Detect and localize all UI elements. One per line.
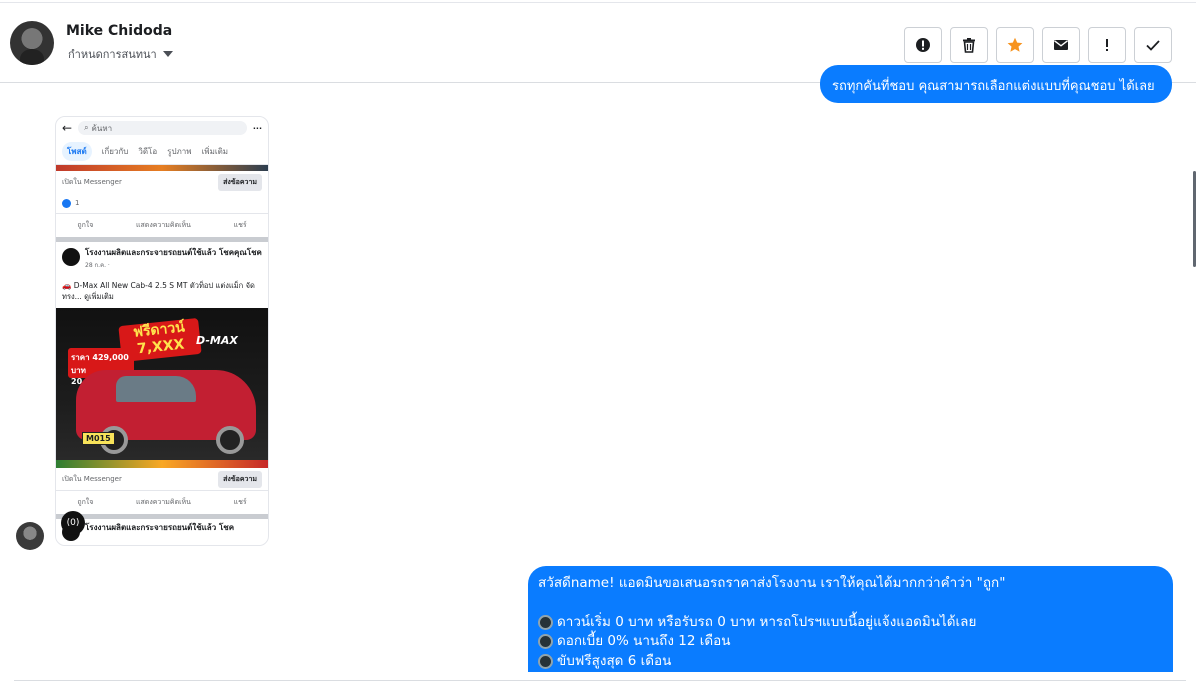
alert-circle-icon	[916, 38, 930, 52]
comment-action-2: แสดงความคิดเห็น	[136, 498, 191, 506]
rear-wheel	[216, 426, 244, 454]
car-emoji-icon	[538, 614, 553, 630]
messenger-row-2: เปิดใน Messenger ส่งข้อความ	[56, 468, 268, 490]
tab-more: เพิ่มเติม	[201, 147, 229, 156]
reaction-count: 1	[75, 199, 80, 207]
post-action-bar: ถูกใจ แสดงความคิดเห็น แชร์	[56, 213, 268, 237]
tab-posts: โพสต์	[62, 142, 92, 161]
tab-about: เกี่ยวกับ	[101, 147, 129, 156]
comment-action: แสดงความคิดเห็น	[136, 221, 191, 229]
bubble-spacer	[538, 594, 1163, 613]
post-search-bar: ⌕ ค้นหา	[78, 121, 247, 135]
offer-line-text: ขับฟรีสูงสุด 6 เดือน	[557, 652, 672, 669]
contact-name[interactable]: Mike Chidoda	[66, 23, 172, 39]
post-topbar: ← ⌕ ค้นหา ···	[56, 117, 268, 139]
page-name-2: โรงงานผลิตและกระจายรถยนต์ใช้แล้ว โชค	[85, 523, 235, 532]
message-text: รถทุกคันที่ชอบ คุณสามารถเลือกแต่งแบบที่ค…	[832, 79, 1155, 94]
delete-button[interactable]	[950, 27, 988, 63]
send-message-pill: ส่งข้อความ	[218, 173, 262, 191]
reaction-row: 1	[56, 193, 268, 213]
share-action: แชร์	[233, 221, 247, 229]
license-plate: M015	[82, 432, 115, 445]
open-in-messenger-label: เปิดใน Messenger	[62, 177, 122, 186]
post-page-tabs: โพสต์ เกี่ยวกับ วิดีโอ รูปภาพ เพิ่มเติม	[56, 139, 268, 165]
page-post-2: โรงงานผลิตและกระจายรถยนต์ใช้แล้ว โชค	[56, 519, 268, 545]
post-caption: 🚗 D-Max All New Cab-4 2.5 S MT ตัวท็อป แ…	[62, 281, 255, 301]
ad-brand: D-MAX	[196, 334, 238, 347]
post-header: โรงงานผลิตและกระจายรถยนต์ใช้แล้ว โชคคุณโ…	[62, 248, 262, 270]
star-icon	[1007, 37, 1023, 52]
more-icon: ···	[252, 123, 262, 133]
messenger-row: เปิดใน Messenger ส่งข้อความ	[56, 171, 268, 193]
offer-line-text: ดอกเบี้ย 0% นานถึง 12 เดือน	[557, 633, 731, 649]
star-button[interactable]	[996, 27, 1034, 63]
back-arrow-icon: ←	[62, 121, 73, 135]
tab-videos: วิดีโอ	[138, 147, 158, 156]
offer-line: ดอกเบี้ย 0% นานถึง 12 เดือน	[538, 632, 1163, 652]
car-emoji-icon	[538, 653, 553, 669]
share-action-2: แชร์	[233, 498, 247, 506]
mark-spam-button[interactable]	[904, 27, 942, 63]
outgoing-offer-bubble[interactable]: สวัสดีname! แอดมินขอเสนอรถราคาส่งโรงงาน …	[528, 566, 1173, 672]
ad-footer-strip	[56, 460, 268, 468]
conversation-actions	[904, 27, 1172, 63]
trash-icon	[963, 38, 975, 53]
search-placeholder: ค้นหา	[91, 123, 113, 133]
assign-label: กำหนดการสนทนา	[68, 48, 157, 61]
page-avatar	[62, 248, 80, 266]
tab-photos: รูปภาพ	[167, 147, 192, 156]
mark-unread-button[interactable]	[1042, 27, 1080, 63]
like-action-2: ถูกใจ	[77, 498, 94, 506]
car-ad-image: ฟรีดาวน์ 7,XXX ราคา 429,000 บาท 20,000 D…	[56, 308, 268, 468]
sender-avatar[interactable]	[16, 522, 44, 550]
envelope-icon	[1054, 40, 1068, 50]
post-header-2: โรงงานผลิตและกระจายรถยนต์ใช้แล้ว โชค	[62, 523, 262, 541]
conversation-panel: Mike Chidoda กำหนดการสนทนา รถทุกคันที่ชอ…	[0, 2, 1196, 682]
caret-down-icon	[162, 51, 173, 57]
contact-avatar[interactable]	[10, 21, 54, 65]
shared-post-screenshot[interactable]: ← ⌕ ค้นหา ··· โพสต์ เกี่ยวกับ วิดีโอ รูป…	[55, 116, 269, 546]
composer-divider	[14, 680, 1186, 681]
exclamation-icon	[1106, 39, 1108, 51]
mark-done-button[interactable]	[1134, 27, 1172, 63]
offer-greeting: สวัสดีname! แอดมินขอเสนอรถราคาส่งโรงงาน …	[538, 575, 1006, 591]
car-emoji-icon	[538, 634, 553, 650]
offer-line-text: ดาวน์เริ่ม 0 บาท หรือรับรถ 0 บาท หารถโปร…	[557, 613, 977, 630]
assign-conversation-dropdown[interactable]: กำหนดการสนทนา	[68, 45, 173, 63]
offer-line: ดาวน์เริ่ม 0 บาท หรือรับรถ 0 บาท หารถโปร…	[538, 613, 1163, 633]
like-action: ถูกใจ	[77, 221, 94, 229]
offer-line: ขับฟรีสูงสุด 6 เดือน	[538, 652, 1163, 672]
follow-up-button[interactable]	[1088, 27, 1126, 63]
page-name: โรงงานผลิตและกระจายรถยนต์ใช้แล้ว โชคคุณโ…	[85, 248, 262, 257]
page-post: โรงงานผลิตและกระจายรถยนต์ใช้แล้ว โชคคุณโ…	[56, 242, 268, 308]
unread-counter-badge: (0)	[61, 511, 85, 535]
send-message-pill-2: ส่งข้อความ	[218, 470, 262, 488]
post-action-bar-2: ถูกใจ แสดงความคิดเห็น แชร์	[56, 490, 268, 514]
outgoing-message-bubble[interactable]: รถทุกคันที่ชอบ คุณสามารถเลือกแต่งแบบที่ค…	[820, 65, 1172, 103]
like-reaction-icon	[62, 198, 71, 208]
open-in-messenger-label-2: เปิดใน Messenger	[62, 474, 122, 483]
search-icon: ⌕	[84, 123, 89, 132]
post-date: 28 ก.ค. ·	[85, 262, 110, 269]
check-icon	[1146, 40, 1160, 51]
